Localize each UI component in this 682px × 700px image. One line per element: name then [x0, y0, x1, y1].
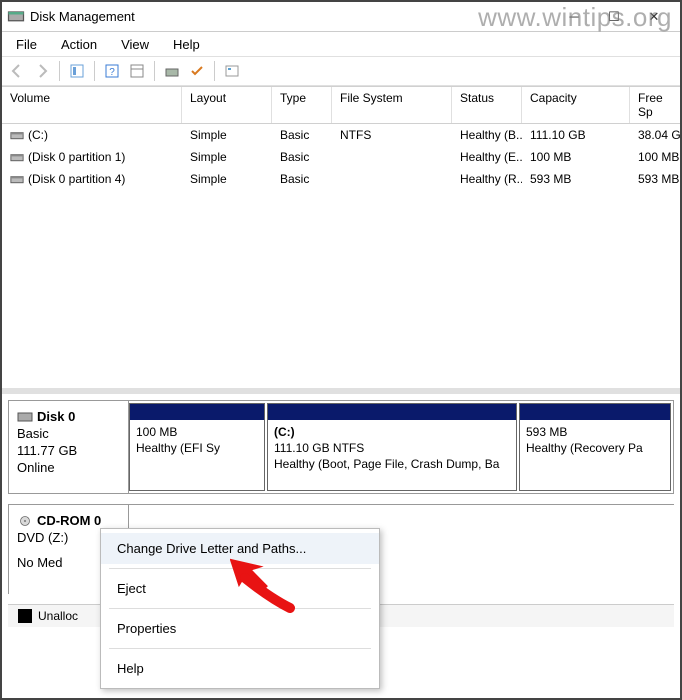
partition[interactable]: 593 MB Healthy (Recovery Pa: [519, 403, 671, 491]
col-capacity[interactable]: Capacity: [522, 87, 630, 123]
volume-row[interactable]: (C:) Simple Basic NTFS Healthy (B... 111…: [2, 124, 680, 146]
back-button[interactable]: [6, 60, 28, 82]
col-layout[interactable]: Layout: [182, 87, 272, 123]
toolbar-btn-4[interactable]: [161, 60, 183, 82]
disk-info[interactable]: Disk 0 Basic 111.77 GB Online: [9, 401, 129, 493]
close-button[interactable]: ✕: [636, 5, 672, 29]
partition-header: [130, 404, 264, 420]
menu-file[interactable]: File: [6, 35, 47, 54]
menu-separator: [109, 568, 371, 569]
col-type[interactable]: Type: [272, 87, 332, 123]
toolbar-btn-1[interactable]: [66, 60, 88, 82]
menu-eject[interactable]: Eject: [101, 573, 379, 604]
volume-row[interactable]: (Disk 0 partition 4) Simple Basic Health…: [2, 168, 680, 190]
toolbar-btn-6[interactable]: [221, 60, 243, 82]
menu-bar: File Action View Help: [2, 32, 680, 56]
menu-change-drive-letter[interactable]: Change Drive Letter and Paths...: [101, 533, 379, 564]
menu-action[interactable]: Action: [51, 35, 107, 54]
menu-separator: [109, 608, 371, 609]
app-icon: [6, 7, 26, 27]
menu-view[interactable]: View: [111, 35, 159, 54]
minimize-button[interactable]: ─: [556, 5, 592, 29]
cdrom-icon: [17, 514, 37, 528]
volume-row[interactable]: (Disk 0 partition 1) Simple Basic Health…: [2, 146, 680, 168]
disk-row: Disk 0 Basic 111.77 GB Online 100 MB Hea…: [8, 400, 674, 494]
volume-list-header: Volume Layout Type File System Status Ca…: [2, 86, 680, 124]
partition-header: [268, 404, 516, 420]
volume-name: (Disk 0 partition 4): [28, 172, 125, 186]
legend-unallocated-label: Unalloc: [38, 609, 78, 623]
col-filesystem[interactable]: File System: [332, 87, 452, 123]
partition[interactable]: (C:) 111.10 GB NTFS Healthy (Boot, Page …: [267, 403, 517, 491]
window-title: Disk Management: [26, 9, 556, 24]
partition-header: [520, 404, 670, 420]
help-icon[interactable]: ?: [101, 60, 123, 82]
legend-unallocated-swatch: [18, 609, 32, 623]
col-status[interactable]: Status: [452, 87, 522, 123]
volume-name: (Disk 0 partition 1): [28, 150, 125, 164]
forward-button[interactable]: [31, 60, 53, 82]
volume-list[interactable]: (C:) Simple Basic NTFS Healthy (B... 111…: [2, 124, 680, 388]
partition[interactable]: 100 MB Healthy (EFI Sy: [129, 403, 265, 491]
disk-icon: [17, 410, 37, 424]
maximize-button[interactable]: ☐: [596, 5, 632, 29]
col-volume[interactable]: Volume: [2, 87, 182, 123]
context-menu: Change Drive Letter and Paths... Eject P…: [100, 528, 380, 689]
svg-text:?: ?: [109, 67, 115, 78]
menu-properties[interactable]: Properties: [101, 613, 379, 644]
menu-help[interactable]: Help: [101, 653, 379, 684]
toolbar: ?: [2, 56, 680, 86]
col-freespace[interactable]: Free Sp: [630, 87, 680, 123]
menu-separator: [109, 648, 371, 649]
toolbar-btn-5[interactable]: [186, 60, 208, 82]
title-bar: Disk Management ─ ☐ ✕: [2, 2, 680, 32]
disk-partitions: 100 MB Healthy (EFI Sy (C:) 111.10 GB NT…: [129, 401, 673, 493]
toolbar-btn-3[interactable]: [126, 60, 148, 82]
menu-help[interactable]: Help: [163, 35, 210, 54]
volume-name: (C:): [28, 128, 48, 142]
